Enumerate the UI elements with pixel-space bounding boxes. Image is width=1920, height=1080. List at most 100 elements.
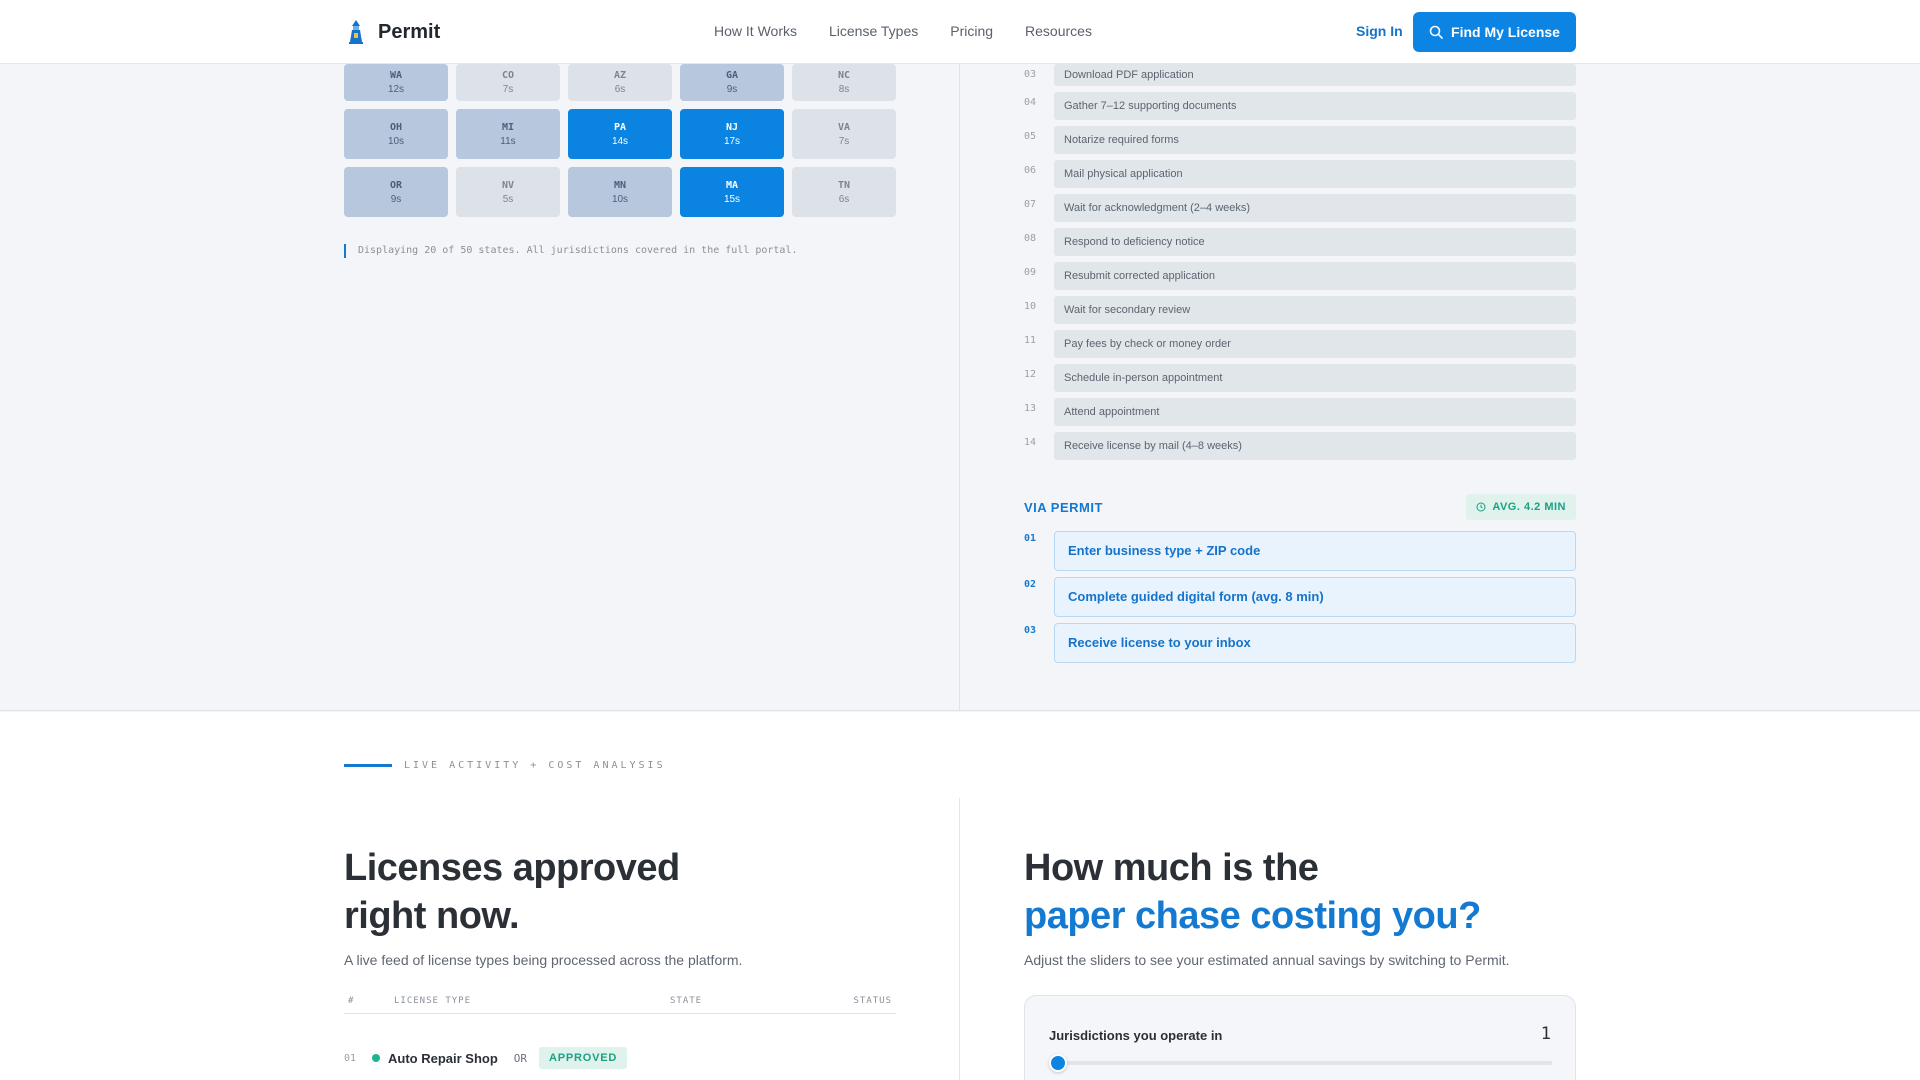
step-label: Receive license by mail (4–8 weeks) [1054, 432, 1576, 460]
list-item: 06 Mail physical application [1024, 160, 1576, 194]
state-code: TN [837, 179, 851, 191]
sign-in-link[interactable]: Sign In [1356, 23, 1403, 39]
cost-heading-line2: paper chase costing you? [1024, 895, 1481, 937]
step-number: 10 [1024, 301, 1037, 312]
state-cell[interactable]: OR 9s [344, 167, 448, 217]
step-label: Complete guided digital form (avg. 8 min… [1054, 577, 1576, 617]
eyebrow-text: LIVE ACTIVITY + COST ANALYSIS [404, 760, 666, 771]
top-nav: Permit How It Works License Types Pricin… [0, 0, 1920, 64]
list-item: 04 Gather 7–12 supporting documents [1024, 92, 1576, 126]
state-cell[interactable]: NJ 17s [680, 109, 784, 159]
state-cell[interactable]: WA 12s [344, 64, 448, 101]
find-my-license-label: Find My License [1451, 24, 1560, 40]
nav-links: How It Works License Types Pricing Resou… [714, 23, 1092, 39]
lighthouse-icon [349, 20, 363, 44]
table-row[interactable]: 01 Auto Repair Shop OR APPROVED [344, 1046, 896, 1070]
cost-heading: How much is the paper chase costing you? [1024, 844, 1481, 940]
step-label: Enter business type + ZIP code [1054, 531, 1576, 571]
step-number: 13 [1024, 403, 1037, 414]
jurisdictions-slider-track[interactable] [1049, 1061, 1552, 1065]
step-number: 06 [1024, 165, 1037, 176]
brand[interactable]: Permit [344, 18, 440, 46]
step-label: Mail physical application [1054, 160, 1576, 188]
nav-link-resources[interactable]: Resources [1025, 23, 1092, 39]
step-label: Gather 7–12 supporting documents [1054, 92, 1576, 120]
state-cell[interactable]: GA 9s [680, 64, 784, 101]
state-code: CO [501, 70, 515, 81]
permit-steps-list: 01 Enter business type + ZIP code 02 Comple… [1024, 531, 1576, 669]
step-label: Wait for secondary review [1054, 296, 1576, 324]
step-number: 07 [1024, 199, 1037, 210]
col-header-license-type: LICENSE TYPE [394, 996, 472, 1006]
list-item: 05 Notarize required forms [1024, 126, 1576, 160]
row-license-type: Auto Repair Shop [388, 1050, 498, 1066]
nav-link-how-it-works[interactable]: How It Works [714, 23, 797, 39]
state-cell[interactable]: CO 7s [456, 64, 560, 101]
step-label: Schedule in-person appointment [1054, 364, 1576, 392]
state-cell[interactable]: VA 7s [792, 109, 896, 159]
step-number: 11 [1024, 335, 1037, 346]
state-cell[interactable]: MI 11s [456, 109, 560, 159]
state-cell[interactable]: MA 15s [680, 167, 784, 217]
step-label: Respond to deficiency notice [1054, 228, 1576, 256]
nav-link-pricing[interactable]: Pricing [950, 23, 993, 39]
list-item: 09 Resubmit corrected application [1024, 262, 1576, 296]
state-time: 12s [387, 84, 405, 95]
state-cell[interactable]: AZ 6s [568, 64, 672, 101]
step-label: Wait for acknowledgment (2–4 weeks) [1054, 194, 1576, 222]
list-item: 07 Wait for acknowledgment (2–4 weeks) [1024, 194, 1576, 228]
list-item: 11 Pay fees by check or money order [1024, 330, 1576, 364]
via-permit-title: VIA PERMIT [1024, 500, 1103, 515]
state-code: WA [389, 70, 403, 81]
state-code: PA [613, 121, 627, 133]
step-number: 01 [1024, 533, 1037, 544]
state-cell[interactable]: TN 6s [792, 167, 896, 217]
state-code: OH [389, 121, 403, 133]
state-cell[interactable]: PA 14s [568, 109, 672, 159]
step-label: Attend appointment [1054, 398, 1576, 426]
state-time: 11s [500, 135, 516, 147]
state-code: MA [725, 179, 739, 191]
step-number: 12 [1024, 369, 1037, 380]
jurisdictions-slider-thumb[interactable] [1049, 1054, 1067, 1072]
jurisdictions-label: Jurisdictions you operate in [1049, 1028, 1223, 1043]
state-cell[interactable]: MN 10s [568, 167, 672, 217]
find-my-license-button[interactable]: Find My License [1413, 12, 1576, 52]
step-label: Notarize required forms [1054, 126, 1576, 154]
step-number: 14 [1024, 437, 1037, 448]
column-divider-bottom [959, 798, 960, 1080]
state-cell[interactable]: OH 10s [344, 109, 448, 159]
state-time: 7s [838, 135, 850, 147]
state-code: MN [613, 179, 627, 191]
cost-subtitle: Adjust the sliders to see your estimated… [1024, 952, 1510, 968]
live-feed-heading-line1: Licenses approved [344, 847, 680, 889]
state-code: AZ [613, 70, 627, 81]
list-item: 03 Download PDF application [1024, 64, 1576, 92]
nav-link-license-types[interactable]: License Types [829, 23, 918, 39]
state-time: 10s [611, 193, 629, 205]
eyebrow-line [344, 764, 392, 767]
list-item: 10 Wait for secondary review [1024, 296, 1576, 330]
live-feed-heading-line2: right now. [344, 895, 520, 937]
col-header-state: STATE [670, 996, 703, 1006]
state-time: 6s [614, 84, 626, 95]
state-code: NV [501, 179, 515, 191]
step-label: Download PDF application [1054, 64, 1576, 86]
brand-name: Permit [378, 20, 441, 43]
column-divider [959, 64, 960, 711]
live-feed-subtitle: A live feed of license types being proce… [344, 952, 743, 968]
cost-calculator-card: Jurisdictions you operate in 1 [1024, 995, 1576, 1080]
step-label: Resubmit corrected application [1054, 262, 1576, 290]
state-time: 9s [726, 84, 738, 95]
col-header-status: STATUS [853, 996, 892, 1006]
step-number: 03 [1024, 625, 1037, 636]
state-code: NC [837, 70, 851, 81]
cost-heading-line1: How much is the [1024, 847, 1319, 889]
state-cell[interactable]: NV 5s [456, 167, 560, 217]
state-time: 17s [723, 135, 741, 147]
state-time: 10s [387, 135, 405, 147]
avg-time-badge: AVG. 4.2 MIN [1466, 494, 1576, 520]
state-code: NJ [725, 121, 739, 133]
live-feed-table-header: # LICENSE TYPE STATE STATUS [344, 990, 896, 1014]
state-cell[interactable]: NC 8s [792, 64, 896, 101]
